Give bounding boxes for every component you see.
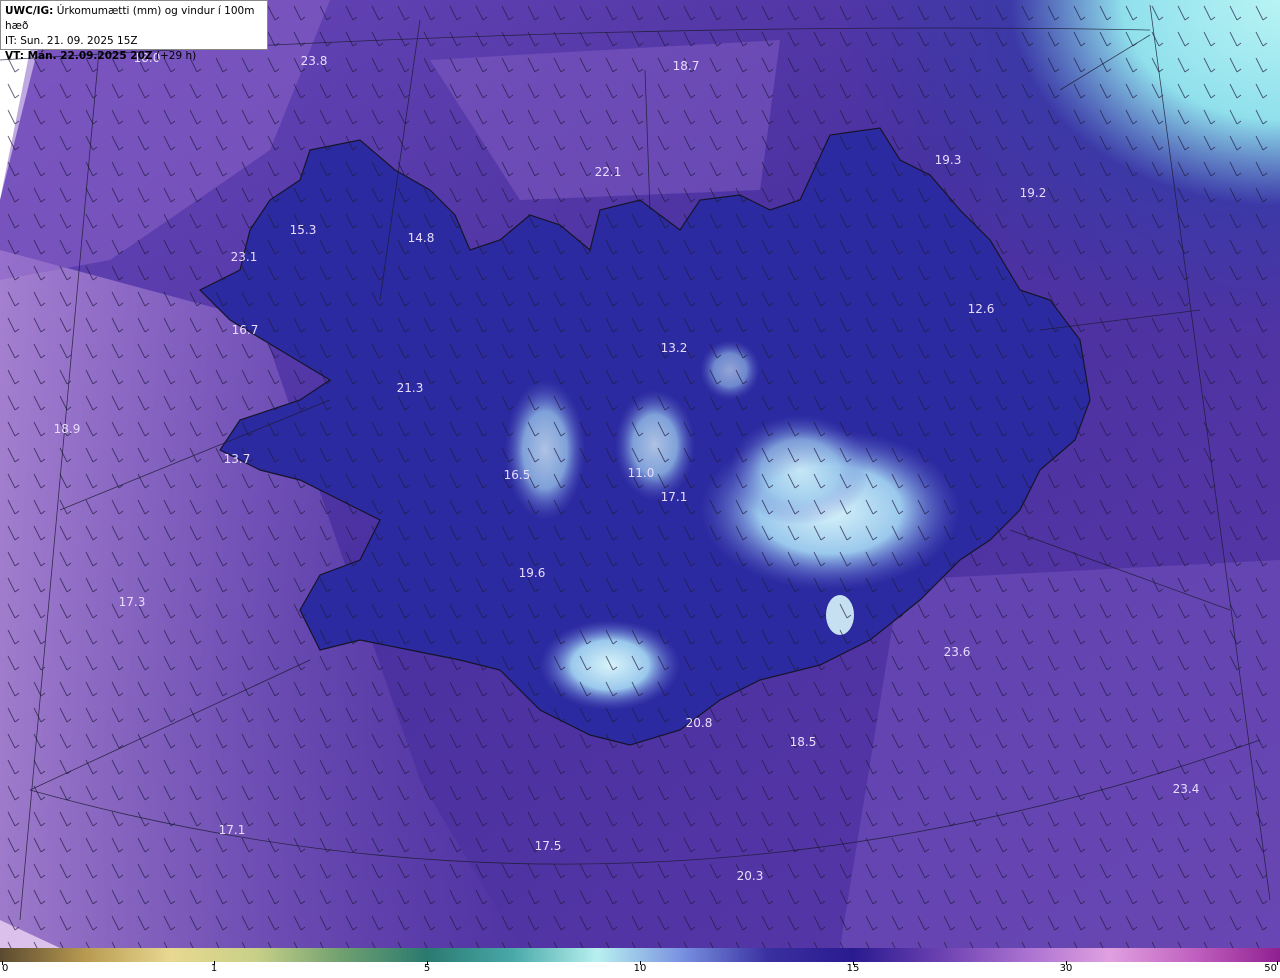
valid-time-row: VT: Mán. 22.09.2025 20Z (+29 h) xyxy=(5,49,263,64)
map-canvas: 18.0 23.8 18.7 19.3 19.2 22.1 15.3 14.8 … xyxy=(0,0,1280,948)
value-label: 21.3 xyxy=(397,381,424,395)
init-time: IT: Sun. 21. 09. 2025 15Z xyxy=(5,35,138,47)
colorbar-tick-label: 50 xyxy=(1264,963,1277,974)
value-label: 12.6 xyxy=(968,302,995,316)
lead-time: (+29 h) xyxy=(152,50,197,62)
colorbar-tick-label: 30 xyxy=(1059,963,1073,974)
value-label: 18.5 xyxy=(790,735,817,749)
value-label: 20.3 xyxy=(737,869,764,883)
colorbar-tick-label: 5 xyxy=(423,963,431,974)
colorbar-tick-label: 1 xyxy=(210,963,218,974)
value-label: 15.3 xyxy=(290,223,317,237)
colorbar-strip xyxy=(0,948,1280,962)
colorbar-tick-label: 15 xyxy=(846,963,860,974)
forecast-map[interactable]: 18.0 23.8 18.7 19.3 19.2 22.1 15.3 14.8 … xyxy=(0,0,1280,948)
value-label: 23.4 xyxy=(1173,782,1200,796)
value-label: 18.9 xyxy=(54,422,81,436)
value-label: 19.2 xyxy=(1020,186,1047,200)
value-label: 17.5 xyxy=(535,839,562,853)
value-label: 14.8 xyxy=(408,231,435,245)
value-label: 23.1 xyxy=(231,250,258,264)
colorbar-tick-mark xyxy=(1277,961,1278,965)
forecast-header: UWC/IG: Úrkomumætti (mm) og vindur í 100… xyxy=(0,0,268,62)
value-label: 16.7 xyxy=(232,323,259,337)
value-label: 19.6 xyxy=(519,566,546,580)
colorbar: 0 1 5 10 15 30 50 xyxy=(0,948,1280,978)
value-label: 23.6 xyxy=(944,645,971,659)
colorbar-tick-label: 0 xyxy=(2,963,9,974)
colorbar-tick-label: 10 xyxy=(633,963,647,974)
value-label: 13.2 xyxy=(661,341,688,355)
value-label: 19.3 xyxy=(935,153,962,167)
value-label: 17.3 xyxy=(119,595,146,609)
model-label: UWC/IG: xyxy=(5,5,54,17)
header-title-row: UWC/IG: Úrkomumætti (mm) og vindur í 100… xyxy=(5,4,263,34)
value-label: 13.7 xyxy=(224,452,251,466)
valid-time: VT: Mán. 22.09.2025 20Z xyxy=(5,50,153,62)
value-label: 20.8 xyxy=(686,716,713,730)
value-label: 11.0 xyxy=(628,466,655,480)
value-label: 23.8 xyxy=(301,54,328,68)
value-label: 22.1 xyxy=(595,165,622,179)
value-label: 16.5 xyxy=(504,468,531,482)
value-label: 18.7 xyxy=(673,59,700,73)
value-label: 17.1 xyxy=(661,490,688,504)
value-label: 17.1 xyxy=(219,823,246,837)
